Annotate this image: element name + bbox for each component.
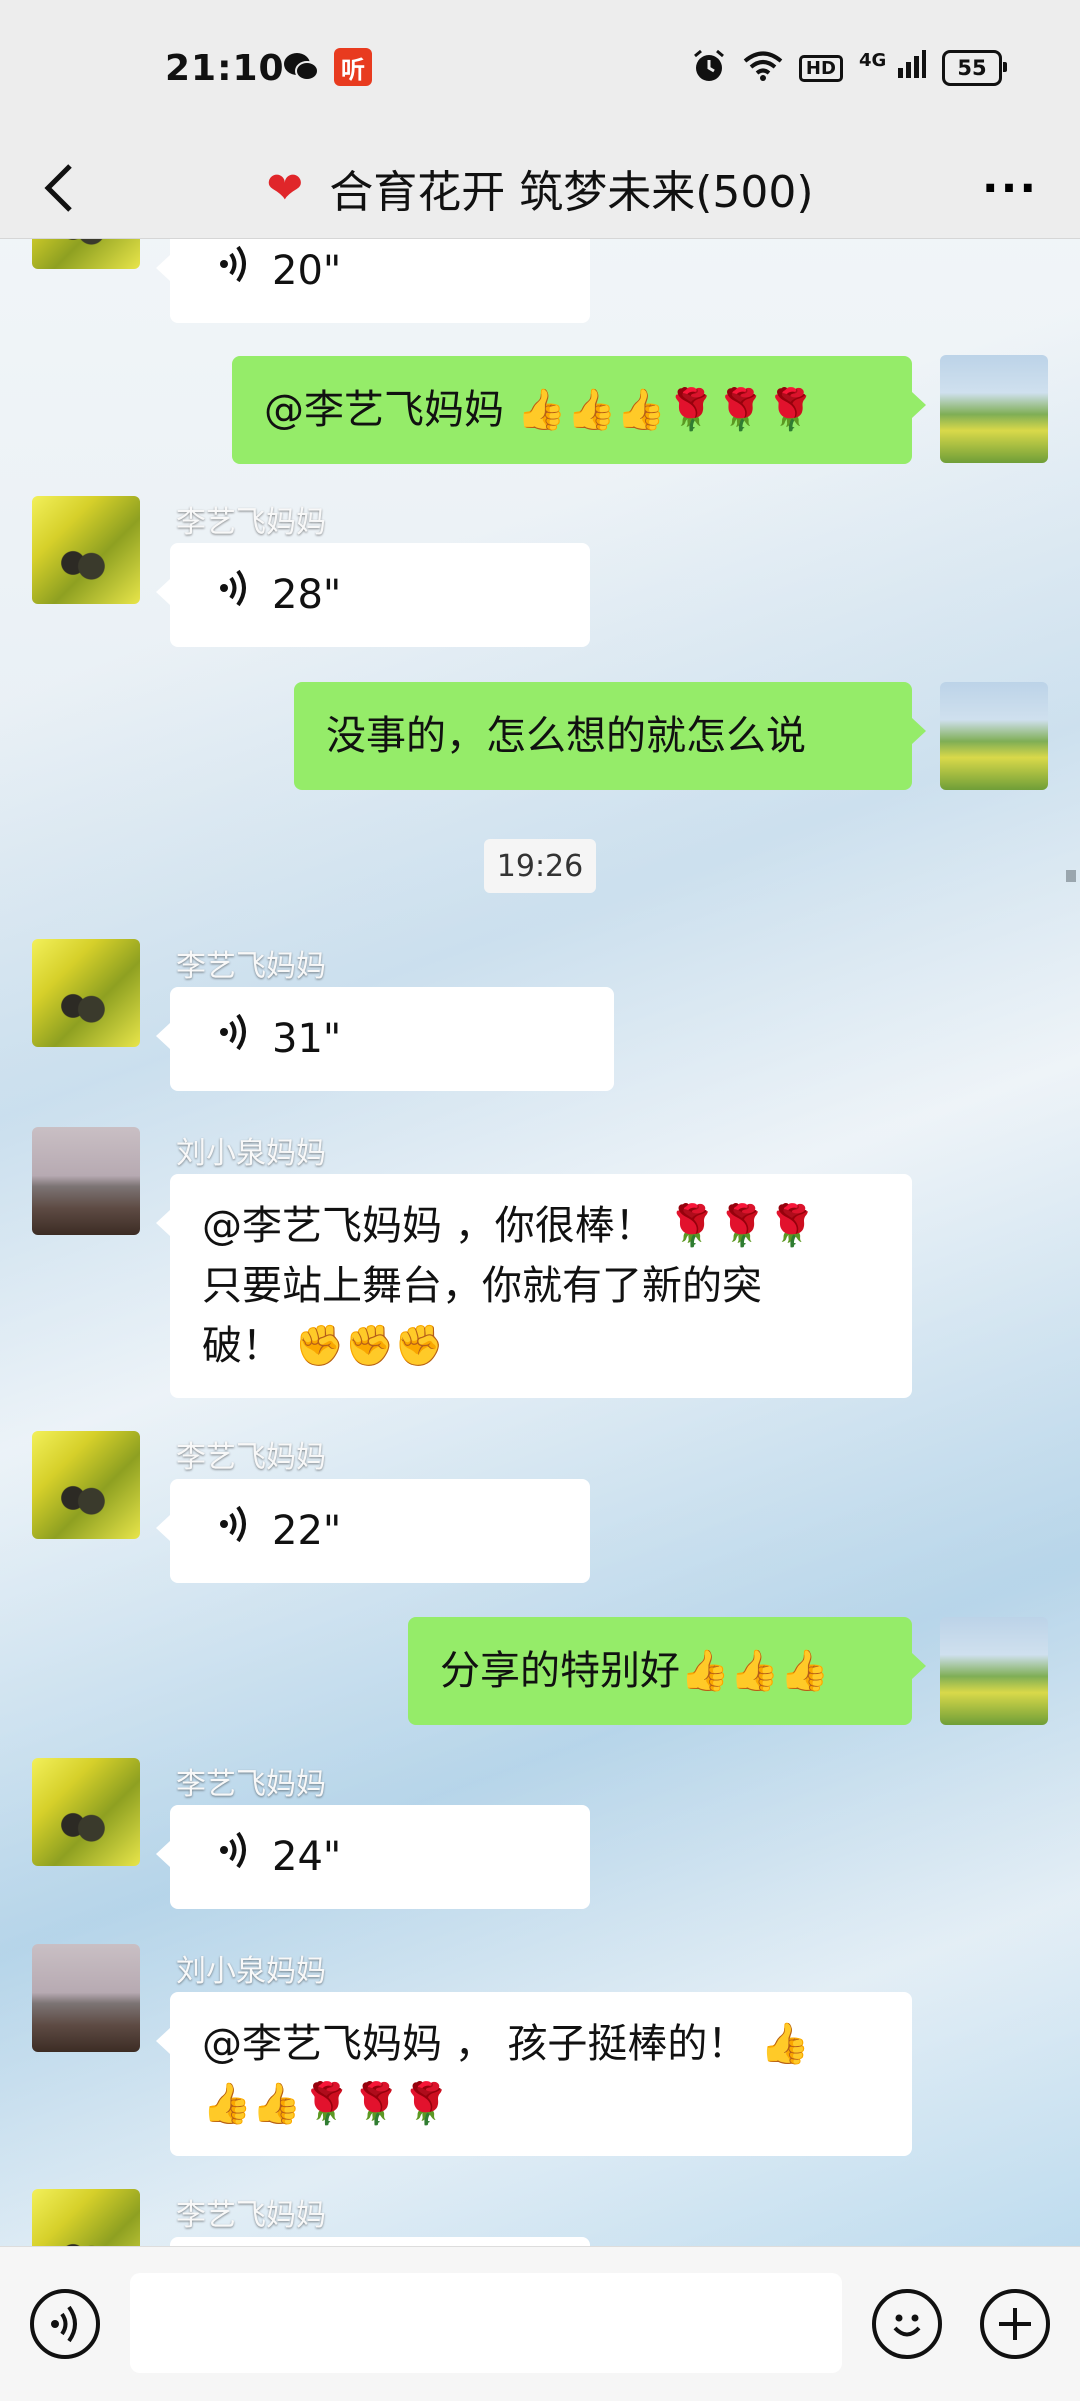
voice-wave-icon xyxy=(216,1009,252,1069)
sender-name: 李艺飞妈妈 xyxy=(176,949,326,984)
voice-wave-icon xyxy=(216,565,252,625)
avatar[interactable] xyxy=(32,496,140,604)
message-input[interactable] xyxy=(130,2273,842,2373)
avatar[interactable] xyxy=(32,239,140,269)
avatar[interactable] xyxy=(32,1431,140,1539)
plus-button[interactable] xyxy=(980,2289,1050,2359)
sender-name: 刘小泉妈妈 xyxy=(176,1136,326,1171)
emoji-button[interactable] xyxy=(872,2289,942,2359)
voice-duration: 24" xyxy=(272,1834,342,1880)
message-bubble[interactable]: @李艺飞妈妈 ，你很棒！ 🌹🌹🌹 只要站上舞台，你就有了新的突 破！ ✊✊✊ xyxy=(156,1174,912,1398)
plus-icon xyxy=(999,2308,1031,2340)
sender-name: 李艺飞妈妈 xyxy=(176,1440,326,1475)
message-bubble[interactable]: @李艺飞妈妈 ， 孩子挺棒的！ 👍 👍👍🌹🌹🌹 xyxy=(156,1992,912,2156)
sender-name: 李艺飞妈妈 xyxy=(176,1767,326,1802)
voice-duration: 20" xyxy=(272,248,342,294)
sender-name: 李艺飞妈妈 xyxy=(176,505,326,540)
voice-message[interactable]: 31" xyxy=(156,987,614,1091)
voice-wave-icon xyxy=(216,1501,252,1561)
sender-name: 李艺飞妈妈 xyxy=(176,2198,326,2233)
message-bubble[interactable]: @李艺飞妈妈 👍👍👍🌹🌹🌹 xyxy=(232,356,926,464)
sender-name: 刘小泉妈妈 xyxy=(176,1954,326,1989)
status-time: 21:10 xyxy=(165,48,285,89)
more-options-button[interactable]: ··· xyxy=(970,158,1050,218)
heart-icon: ❤ xyxy=(266,162,304,214)
input-bar xyxy=(0,2246,1080,2401)
voice-duration: 31" xyxy=(272,1016,342,1062)
voice-message[interactable]: 22" xyxy=(156,1479,590,1583)
avatar[interactable] xyxy=(32,1127,140,1235)
message-bubble[interactable]: 分享的特别好👍👍👍 xyxy=(408,1617,926,1725)
battery-indicator: 55 xyxy=(942,50,1007,86)
emoji-icon xyxy=(893,2314,921,2337)
avatar[interactable] xyxy=(32,1758,140,1866)
message-bubble[interactable] xyxy=(170,2237,590,2246)
voice-duration: 28" xyxy=(272,572,342,618)
ting-app-icon: 听 xyxy=(334,48,372,86)
message-list[interactable]: 20" @李艺飞妈妈 👍👍👍🌹🌹🌹 李艺飞妈妈 28" 没事的，怎么想的就怎么说… xyxy=(0,239,1080,2246)
chat-title: 合育花开 筑梦未来(500) xyxy=(329,167,814,218)
voice-message[interactable]: 28" xyxy=(156,543,590,647)
voice-icon xyxy=(51,2305,77,2343)
signal-icon: 4G xyxy=(859,49,926,87)
timestamp: 19:26 xyxy=(484,839,596,893)
avatar[interactable] xyxy=(32,2189,140,2246)
avatar[interactable] xyxy=(32,939,140,1047)
voice-wave-icon xyxy=(216,1827,252,1887)
voice-toggle-button[interactable] xyxy=(30,2289,100,2359)
hd-badge: HD xyxy=(798,54,843,82)
avatar[interactable] xyxy=(940,355,1048,463)
wifi-icon xyxy=(743,50,783,86)
avatar[interactable] xyxy=(32,1944,140,2052)
scroll-indicator[interactable] xyxy=(1066,870,1076,882)
message-bubble[interactable]: 没事的，怎么想的就怎么说 xyxy=(294,682,926,790)
status-bar: 21:10 听 HD 4G 55 xyxy=(0,0,1080,138)
voice-message[interactable]: 24" xyxy=(156,1805,590,1909)
avatar[interactable] xyxy=(940,1617,1048,1725)
voice-duration: 22" xyxy=(272,1508,342,1554)
avatar[interactable] xyxy=(940,682,1048,790)
alarm-icon xyxy=(691,48,727,88)
voice-wave-icon xyxy=(216,241,252,301)
voice-message[interactable]: 20" xyxy=(156,239,590,323)
wechat-icon xyxy=(282,48,320,86)
chat-header: ❤ 合育花开 筑梦未来(500) ··· xyxy=(0,138,1080,239)
